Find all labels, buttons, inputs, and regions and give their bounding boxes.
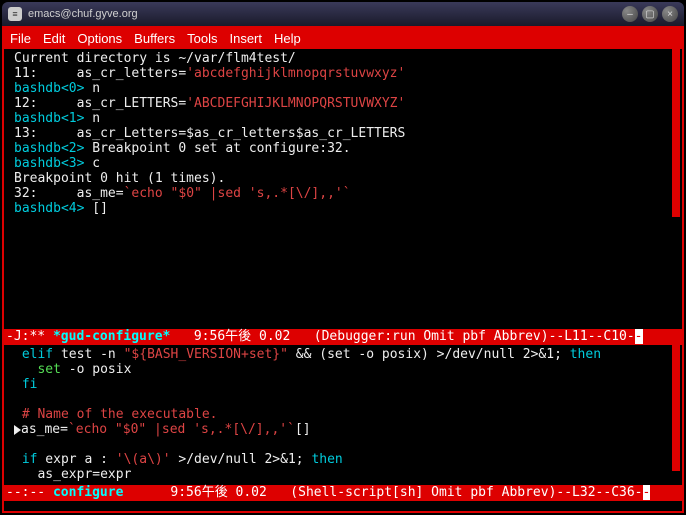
emacs-frame: File Edit Options Buffers Tools Insert H… [2,26,684,513]
close-button[interactable]: × [662,6,678,22]
window-title: emacs@chuf.gyve.org [28,8,618,20]
scrollbar-thumb-top[interactable] [672,49,680,217]
cursor-top: [] [92,201,108,216]
menu-options[interactable]: Options [77,31,122,46]
window-titlebar: ≡ emacs@chuf.gyve.org – ▢ × [2,2,684,26]
minimize-button[interactable]: – [622,6,638,22]
editor-area: Current directory is ~/var/flm4test/ 11:… [4,49,682,511]
gutter-bottom [4,345,12,485]
app-icon: ≡ [8,7,22,21]
scrollbar-top[interactable] [670,49,682,329]
source-buffer[interactable]: elif test -n "${BASH_VERSION+set}" && (s… [4,345,682,485]
gud-content[interactable]: Current directory is ~/var/flm4test/ 11:… [12,49,670,329]
menu-edit[interactable]: Edit [43,31,65,46]
gud-buffer[interactable]: Current directory is ~/var/flm4test/ 11:… [4,49,682,329]
maximize-button[interactable]: ▢ [642,6,658,22]
menubar: File Edit Options Buffers Tools Insert H… [4,28,682,49]
modeline-gud[interactable]: -J:** *gud-configure* 9:56午後 0.02 (Debug… [4,329,682,345]
minibuffer[interactable] [4,501,682,511]
scrollbar-bottom[interactable] [670,345,682,485]
source-content[interactable]: elif test -n "${BASH_VERSION+set}" && (s… [12,345,670,485]
menu-file[interactable]: File [10,31,31,46]
modeline-source[interactable]: --:-- configure 9:56午後 0.02 (Shell-scrip… [4,485,682,501]
menu-tools[interactable]: Tools [187,31,217,46]
gutter-top [4,49,12,329]
menu-insert[interactable]: Insert [229,31,262,46]
scrollbar-thumb-bottom[interactable] [672,345,680,471]
menu-help[interactable]: Help [274,31,301,46]
cursor-bottom: [] [295,422,311,437]
breakpoint-arrow-icon [14,425,21,435]
menu-buffers[interactable]: Buffers [134,31,175,46]
